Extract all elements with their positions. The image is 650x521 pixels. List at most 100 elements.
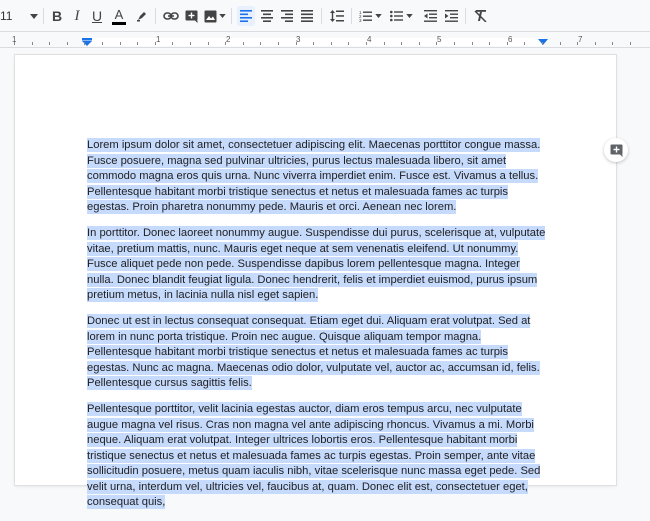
font-size-dropdown-button[interactable] <box>28 6 40 26</box>
ruler-tick <box>155 42 156 45</box>
ruler-tick <box>524 42 525 45</box>
ruler-number: 6 <box>508 35 513 44</box>
toolbar-divider <box>43 8 44 24</box>
add-comment-icon <box>610 144 622 157</box>
ruler-tick <box>32 42 33 45</box>
ruler-tick <box>190 42 191 45</box>
right-indent-marker[interactable] <box>538 38 548 46</box>
ruler-tick <box>612 42 613 45</box>
ruler-tick <box>472 42 473 45</box>
add-comment-toolbar-button[interactable] <box>183 6 199 26</box>
numbered-list-button[interactable]: 123 <box>357 6 383 26</box>
align-justify-icon <box>301 10 313 22</box>
ruler-tick <box>120 42 121 45</box>
selected-text: Donec ut est in lectus consequat consequ… <box>87 313 540 391</box>
numbered-list-icon: 123 <box>359 10 372 22</box>
align-left-button[interactable] <box>237 6 255 26</box>
ruler-tick <box>225 42 226 45</box>
ruler-tick <box>348 42 349 45</box>
ruler-tick <box>296 42 297 45</box>
ruler-tick <box>172 42 173 45</box>
toolbar-divider <box>465 8 466 24</box>
selected-text: Lorem ipsum dolor sit amet, consectetuer… <box>87 138 541 215</box>
ruler-tick <box>560 42 561 45</box>
chevron-down-icon <box>405 14 413 18</box>
toolbar-divider <box>321 8 322 24</box>
font-size-field[interactable]: 11 <box>0 6 12 26</box>
chevron-down-icon <box>374 14 382 18</box>
ruler-tick <box>84 42 85 45</box>
text-color-icon: A <box>114 6 124 22</box>
selected-text: Pellentesque porttitor, velit lacinia eg… <box>87 401 541 510</box>
ruler-tick <box>137 42 138 45</box>
bold-icon: B <box>51 8 63 24</box>
document-paragraph[interactable]: Lorem ipsum dolor sit amet, consectetuer… <box>87 138 547 216</box>
highlighter-icon <box>137 12 146 22</box>
ruler-tick <box>313 42 314 45</box>
selected-text: In porttitor. Donec laoreet nonummy augu… <box>87 225 546 303</box>
link-icon <box>163 12 179 20</box>
bulleted-list-icon <box>389 10 403 22</box>
decrease-indent-button[interactable] <box>421 6 439 26</box>
ruler-number: 4 <box>367 35 372 44</box>
text-color-swatch <box>112 21 126 25</box>
formatting-toolbar: 11 B I U A 1 2 3 <box>0 0 650 32</box>
align-left-icon <box>240 10 252 22</box>
line-spacing-button[interactable] <box>328 6 346 26</box>
underline-icon: U <box>91 8 103 24</box>
svg-text:3: 3 <box>359 18 362 22</box>
ruler-tick <box>436 42 437 45</box>
ruler-tick <box>366 42 367 45</box>
horizontal-ruler: 1 1 2 3 4 5 6 7 <box>0 34 650 48</box>
align-center-icon <box>261 10 273 22</box>
ruler-tick <box>489 42 490 45</box>
ruler-tick <box>243 42 244 45</box>
toolbar-divider <box>155 8 156 24</box>
text-color-button[interactable]: A <box>110 6 128 26</box>
document-page[interactable]: Lorem ipsum dolor sit amet, consectetuer… <box>15 55 616 510</box>
chevron-down-icon <box>30 13 38 19</box>
ruler-tick <box>384 42 385 45</box>
ruler-number: 7 <box>578 35 583 44</box>
clear-formatting-button[interactable] <box>471 6 489 26</box>
highlight-color-button[interactable] <box>134 6 150 26</box>
ruler-tick <box>102 42 103 45</box>
document-paragraph[interactable]: Donec ut est in lectus consequat consequ… <box>87 313 547 392</box>
bulleted-list-button[interactable] <box>388 6 414 26</box>
document-body[interactable]: Lorem ipsum dolor sit amet, consectetuer… <box>87 138 547 521</box>
ruler-tick <box>208 42 209 45</box>
insert-link-button[interactable] <box>162 6 180 26</box>
ruler-tick <box>577 42 578 45</box>
document-paragraph[interactable]: Pellentesque porttitor, velit lacinia eg… <box>87 401 547 511</box>
align-center-button[interactable] <box>258 6 276 26</box>
toolbar-divider <box>231 8 232 24</box>
ruler-tick <box>49 42 50 45</box>
image-icon <box>204 10 217 22</box>
underline-button[interactable]: U <box>89 6 105 26</box>
increase-indent-icon <box>444 10 458 22</box>
line-spacing-icon <box>330 10 344 22</box>
document-paragraph[interactable]: In porttitor. Donec laoreet nonummy augu… <box>87 225 547 304</box>
ruler-number: 5 <box>437 35 442 44</box>
ruler-tick <box>14 42 15 45</box>
ruler-tick <box>401 42 402 45</box>
ruler-tick <box>542 42 543 45</box>
font-size-value: 11 <box>0 9 13 23</box>
align-right-button[interactable] <box>278 6 296 26</box>
ruler-tick <box>454 42 455 45</box>
italic-button[interactable]: I <box>69 6 85 26</box>
add-comment-floating-button[interactable] <box>604 138 628 162</box>
increase-indent-button[interactable] <box>442 6 460 26</box>
ruler-number: 2 <box>226 35 231 44</box>
ruler-number: 1 <box>156 35 161 44</box>
ruler-tick <box>278 42 279 45</box>
add-comment-icon <box>185 10 197 23</box>
bold-button[interactable]: B <box>49 6 65 26</box>
align-right-icon <box>281 10 293 22</box>
ruler-tick <box>260 42 261 45</box>
ruler-tick <box>595 42 596 45</box>
insert-image-button[interactable] <box>203 6 227 26</box>
toolbar-divider <box>351 8 352 24</box>
ruler-tick <box>419 42 420 45</box>
align-justify-button[interactable] <box>298 6 316 26</box>
